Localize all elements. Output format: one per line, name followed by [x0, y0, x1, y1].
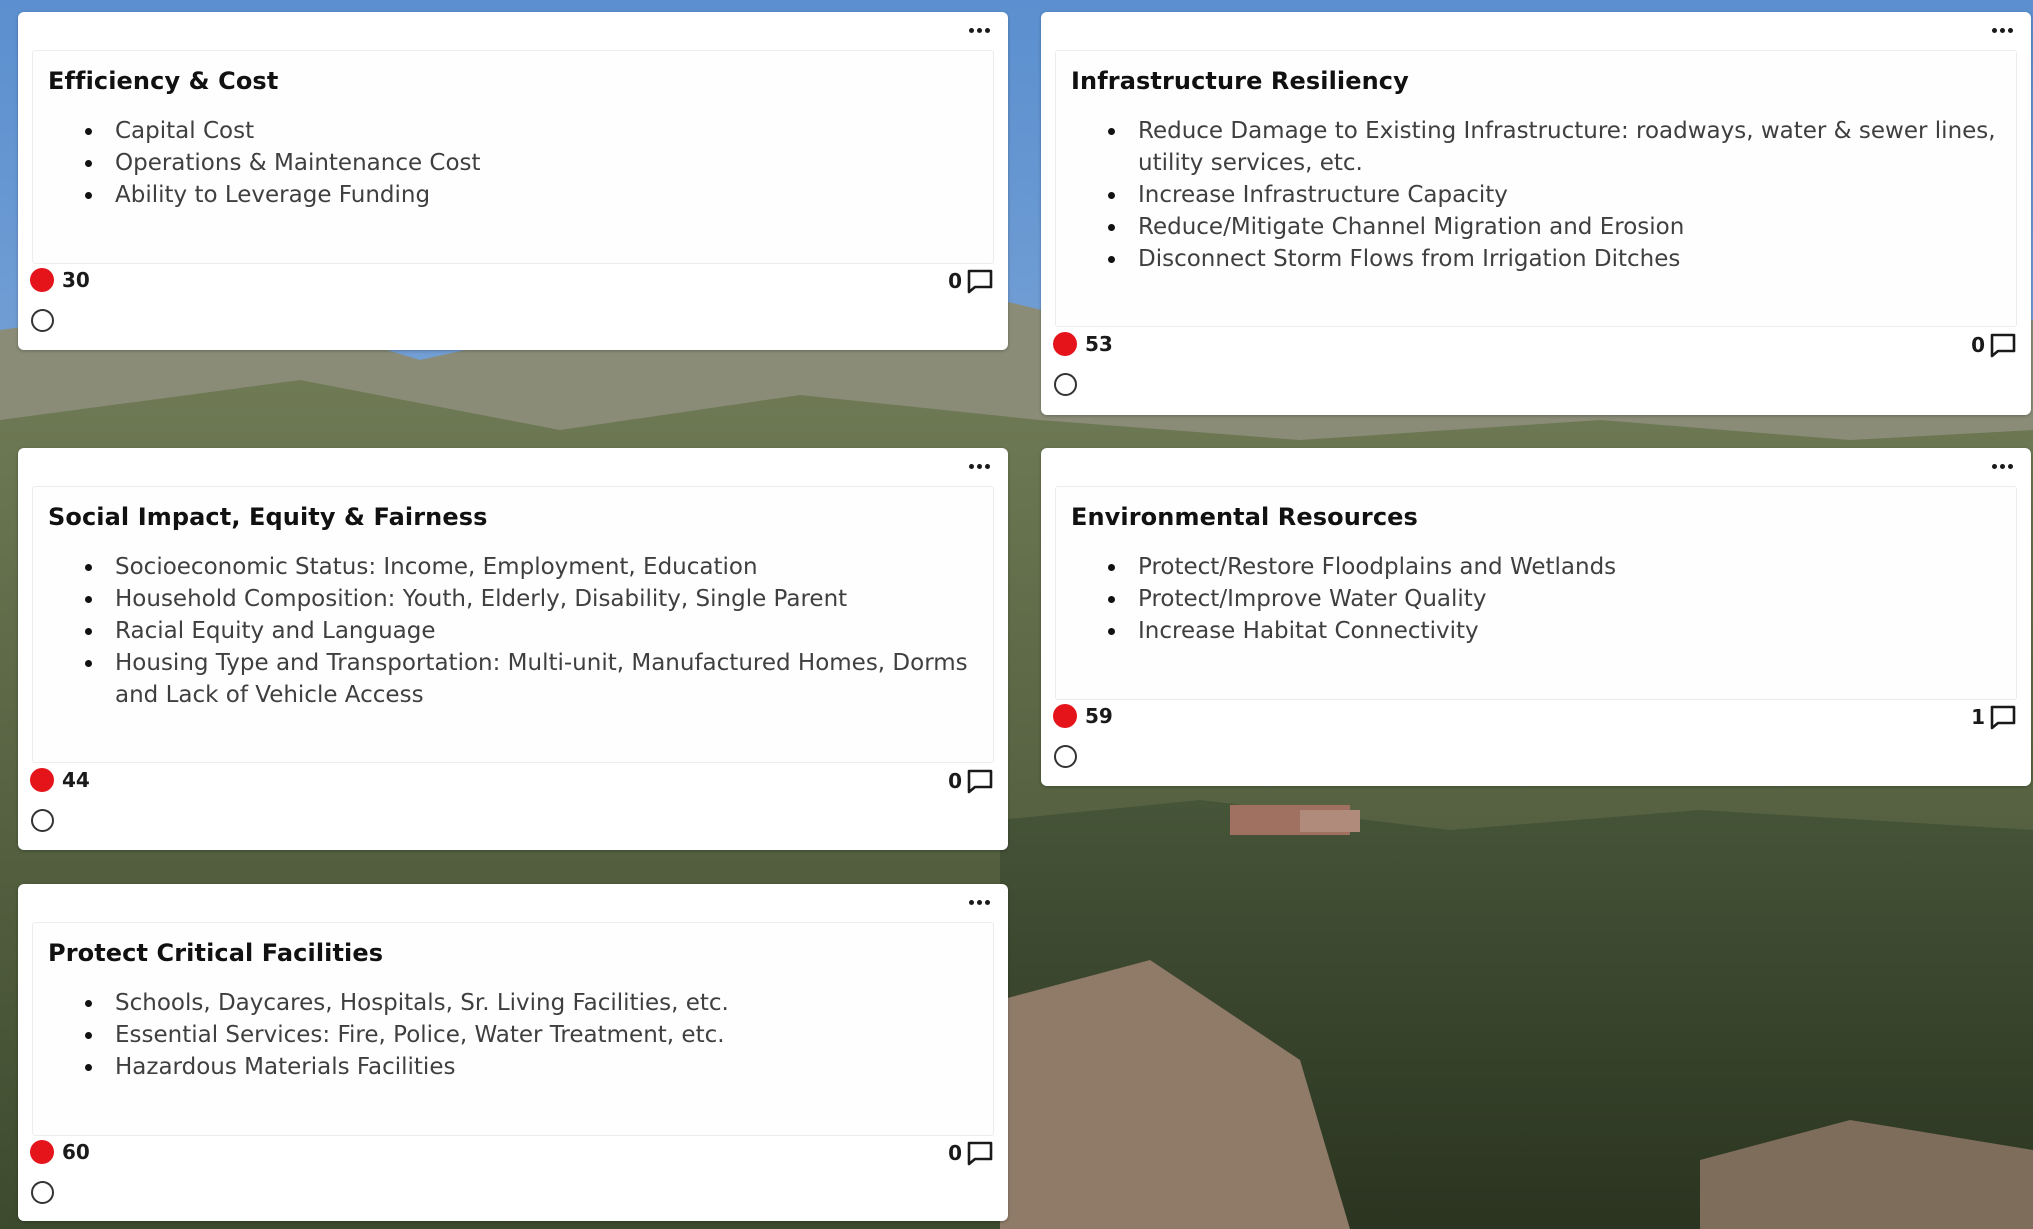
comment-count: 0 [948, 1141, 962, 1165]
list-item: Socioeconomic Status: Income, Employment… [85, 551, 983, 583]
vote-count: 60 [30, 1140, 90, 1164]
card-title: Protect Critical Facilities [48, 939, 384, 967]
comment-count: 1 [1971, 705, 1985, 729]
card-content: Efficiency & Cost Capital Cost Operation… [32, 50, 994, 264]
card-content: Protect Critical Facilities Schools, Day… [32, 922, 994, 1136]
list-item: Reduce/Mitigate Channel Migration and Er… [1108, 211, 2006, 243]
list-item: Operations & Maintenance Cost [85, 147, 983, 179]
more-options-icon[interactable] [964, 892, 994, 912]
more-options-icon[interactable] [964, 456, 994, 476]
vote-dot-icon[interactable] [1053, 332, 1077, 356]
card-content: Infrastructure Resiliency Reduce Damage … [1055, 50, 2017, 327]
comments-button[interactable]: 0 [948, 268, 994, 294]
comments-button[interactable]: 1 [1971, 704, 2017, 730]
criteria-list: Socioeconomic Status: Income, Employment… [33, 551, 983, 711]
comment-icon [1990, 333, 2016, 358]
list-item: Housing Type and Transportation: Multi-u… [85, 647, 983, 711]
list-item: Capital Cost [85, 115, 983, 147]
vote-count-value: 60 [62, 1140, 90, 1164]
vote-count: 44 [30, 768, 90, 792]
add-vote-button[interactable] [31, 809, 54, 832]
list-item: Racial Equity and Language [85, 615, 983, 647]
card-protect-critical-facilities[interactable]: Protect Critical Facilities Schools, Day… [18, 884, 1008, 1221]
vote-count-value: 30 [62, 268, 90, 292]
more-options-icon[interactable] [964, 20, 994, 40]
comment-icon [1990, 705, 2016, 730]
list-item: Reduce Damage to Existing Infrastructure… [1108, 115, 2006, 179]
comments-button[interactable]: 0 [1971, 332, 2017, 358]
comment-count: 0 [948, 769, 962, 793]
list-item: Protect/Improve Water Quality [1108, 583, 2006, 615]
card-title: Infrastructure Resiliency [1071, 67, 1409, 95]
list-item: Hazardous Materials Facilities [85, 1051, 983, 1083]
comment-count: 0 [948, 269, 962, 293]
vote-count: 30 [30, 268, 90, 292]
criteria-list: Protect/Restore Floodplains and Wetlands… [1056, 551, 2006, 647]
list-item: Schools, Daycares, Hospitals, Sr. Living… [85, 987, 983, 1019]
comment-icon [967, 769, 993, 794]
more-options-icon[interactable] [1987, 456, 2017, 476]
vote-count-value: 44 [62, 768, 90, 792]
vote-dot-icon[interactable] [30, 768, 54, 792]
list-item: Increase Habitat Connectivity [1108, 615, 2006, 647]
card-social-impact[interactable]: Social Impact, Equity & Fairness Socioec… [18, 448, 1008, 850]
comments-button[interactable]: 0 [948, 1140, 994, 1166]
add-vote-button[interactable] [1054, 745, 1077, 768]
comments-button[interactable]: 0 [948, 768, 994, 794]
comment-icon [967, 269, 993, 294]
criteria-list: Reduce Damage to Existing Infrastructure… [1056, 115, 2006, 275]
list-item: Ability to Leverage Funding [85, 179, 983, 211]
card-content: Social Impact, Equity & Fairness Socioec… [32, 486, 994, 763]
criteria-list: Schools, Daycares, Hospitals, Sr. Living… [33, 987, 983, 1083]
list-item: Household Composition: Youth, Elderly, D… [85, 583, 983, 615]
card-efficiency-cost[interactable]: Efficiency & Cost Capital Cost Operation… [18, 12, 1008, 350]
comment-icon [967, 1141, 993, 1166]
vote-count-value: 53 [1085, 332, 1113, 356]
card-environmental-resources[interactable]: Environmental Resources Protect/Restore … [1041, 448, 2031, 786]
vote-count-value: 59 [1085, 704, 1113, 728]
more-options-icon[interactable] [1987, 20, 2017, 40]
card-content: Environmental Resources Protect/Restore … [1055, 486, 2017, 700]
card-title: Social Impact, Equity & Fairness [48, 503, 488, 531]
vote-count: 53 [1053, 332, 1113, 356]
vote-dot-icon[interactable] [30, 1140, 54, 1164]
add-vote-button[interactable] [31, 1181, 54, 1204]
criteria-list: Capital Cost Operations & Maintenance Co… [33, 115, 983, 211]
list-item: Protect/Restore Floodplains and Wetlands [1108, 551, 2006, 583]
vote-dot-icon[interactable] [1053, 704, 1077, 728]
vote-count: 59 [1053, 704, 1113, 728]
list-item: Essential Services: Fire, Police, Water … [85, 1019, 983, 1051]
card-title: Environmental Resources [1071, 503, 1418, 531]
add-vote-button[interactable] [1054, 373, 1077, 396]
list-item: Increase Infrastructure Capacity [1108, 179, 2006, 211]
list-item: Disconnect Storm Flows from Irrigation D… [1108, 243, 2006, 275]
add-vote-button[interactable] [31, 309, 54, 332]
comment-count: 0 [1971, 333, 1985, 357]
card-title: Efficiency & Cost [48, 67, 279, 95]
card-infrastructure-resiliency[interactable]: Infrastructure Resiliency Reduce Damage … [1041, 12, 2031, 415]
vote-dot-icon[interactable] [30, 268, 54, 292]
